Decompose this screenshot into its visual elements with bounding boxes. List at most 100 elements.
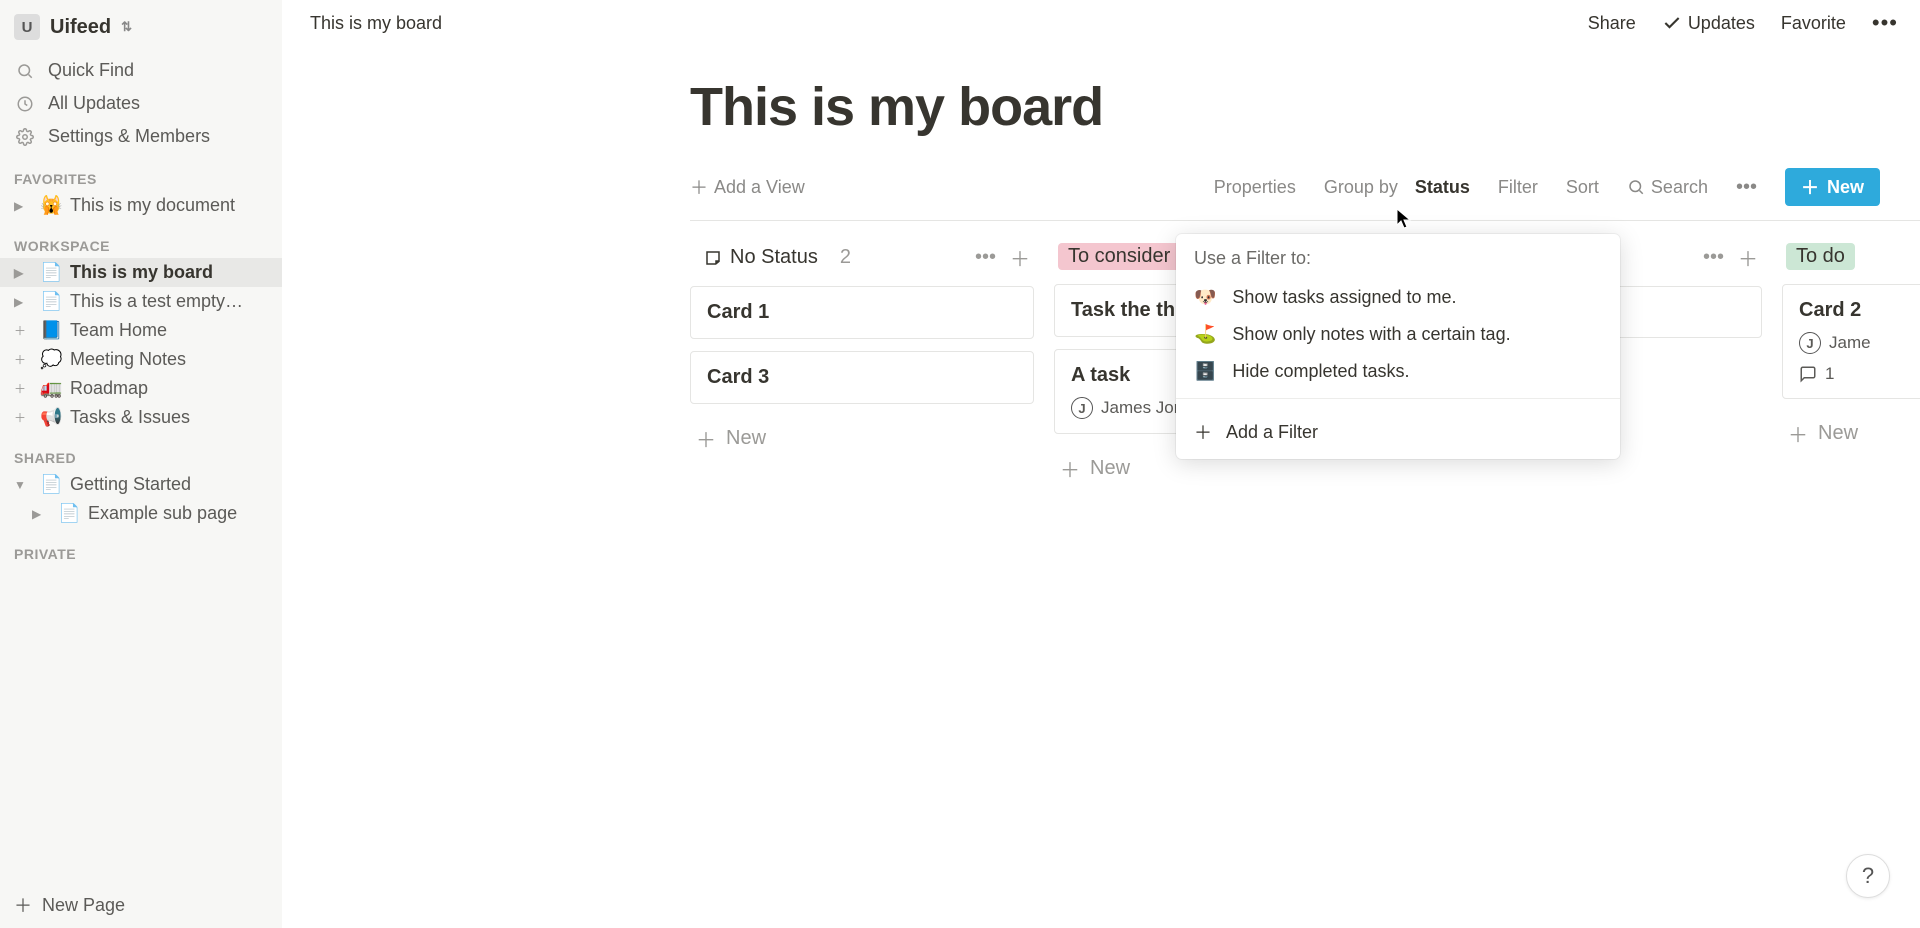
popover-divider — [1176, 398, 1620, 399]
page-icon: 📄 — [40, 474, 62, 495]
plus-icon[interactable]: ＋ — [14, 409, 32, 426]
chevron-down-icon[interactable]: ▼ — [14, 478, 32, 492]
plus-icon[interactable]: ＋ — [14, 351, 32, 368]
column-new-button[interactable]: ＋ New — [1782, 411, 1920, 456]
sidebar-item-empty[interactable]: ▶ 📄 This is a test empty… — [0, 287, 282, 316]
settings-members[interactable]: Settings & Members — [0, 120, 282, 153]
page-title[interactable]: This is my board — [690, 76, 1920, 138]
all-updates[interactable]: All Updates — [0, 87, 282, 120]
filter-suggest-label: Show only notes with a certain tag. — [1232, 324, 1510, 345]
workspace-avatar: U — [14, 14, 40, 40]
clock-icon — [14, 95, 36, 113]
assignee-name: Jame — [1829, 333, 1871, 353]
sidebar-item-favorite-0[interactable]: ▶ 🙀 This is my document — [0, 191, 282, 220]
sidebar-item-meeting-notes[interactable]: ＋ 💭 Meeting Notes — [0, 345, 282, 374]
column-nostatus: No Status 2 ••• ＋ Card 1 Card 3 — [690, 243, 1034, 461]
toolbar-more-icon[interactable]: ••• — [1736, 176, 1757, 199]
new-button[interactable]: ＋ New — [1785, 168, 1880, 206]
sidebar-item-label: Roadmap — [70, 378, 148, 399]
sidebar-item-roadmap[interactable]: ＋ 🚛 Roadmap — [0, 374, 282, 403]
column-tag[interactable]: No Status — [694, 244, 828, 271]
column-todo: To do Card 2 J Jame 1 — [1782, 243, 1920, 456]
cabinet-emoji-icon: 🗄️ — [1194, 361, 1216, 382]
plus-icon: ＋ — [1194, 419, 1212, 445]
updates-button[interactable]: Updates — [1662, 13, 1755, 34]
add-filter-button[interactable]: ＋ Add a Filter — [1176, 407, 1620, 459]
check-icon — [1662, 13, 1682, 33]
workspace-switcher[interactable]: U Uifeed ⇅ — [0, 8, 282, 54]
sidebar-item-label: This is a test empty… — [70, 291, 243, 312]
card[interactable]: Card 2 J Jame 1 — [1782, 284, 1920, 399]
filter-suggest-completed[interactable]: 🗄️ Hide completed tasks. — [1176, 353, 1620, 390]
add-view-button[interactable]: ＋ Add a View — [690, 174, 805, 200]
card[interactable]: Card 3 — [690, 351, 1034, 404]
page-emoji: 📘 — [40, 320, 62, 341]
column-new-label: New — [1818, 422, 1858, 445]
popover-heading: Use a Filter to: — [1176, 234, 1620, 279]
filter-suggest-tag[interactable]: ⛳ Show only notes with a certain tag. — [1176, 316, 1620, 353]
column-new-label: New — [726, 427, 766, 450]
inbox-icon — [704, 249, 722, 267]
section-favorites: FAVORITES — [0, 153, 282, 191]
column-add-icon[interactable]: ＋ — [1010, 243, 1030, 272]
more-icon[interactable]: ••• — [1872, 10, 1898, 36]
plus-icon: ＋ — [1801, 174, 1819, 200]
sidebar-item-tasks-issues[interactable]: ＋ 📢 Tasks & Issues — [0, 403, 282, 432]
column-new-button[interactable]: ＋ New — [690, 416, 1034, 461]
column-tag[interactable]: To consider — [1058, 243, 1180, 270]
plus-icon[interactable]: ＋ — [14, 380, 32, 397]
sidebar-item-board[interactable]: ▶ 📄 This is my board — [0, 258, 282, 287]
topbar: This is my board Share Updates Favorite … — [282, 0, 1920, 46]
sidebar-item-label: Team Home — [70, 320, 167, 341]
card-title: Card 1 — [707, 301, 1017, 324]
column-add-icon[interactable]: ＋ — [1738, 243, 1758, 272]
breadcrumb[interactable]: This is my board — [310, 13, 442, 34]
new-page-button[interactable]: ＋ New Page — [0, 882, 282, 928]
plus-icon: ＋ — [14, 892, 32, 918]
page-emoji: 📢 — [40, 407, 62, 428]
page-icon: 📄 — [58, 503, 80, 524]
favorite-button[interactable]: Favorite — [1781, 13, 1846, 34]
search-button[interactable]: Search — [1627, 177, 1708, 198]
assignee-avatar: J — [1799, 332, 1821, 354]
sort-button[interactable]: Sort — [1566, 177, 1599, 198]
column-tag[interactable]: To do — [1786, 243, 1855, 270]
sidebar-item-example-sub[interactable]: ▶ 📄 Example sub page — [0, 499, 282, 528]
main: This is my board Share Updates Favorite … — [282, 0, 1920, 928]
topbar-actions: Share Updates Favorite ••• — [1588, 10, 1898, 36]
search-icon — [1627, 178, 1645, 196]
share-button[interactable]: Share — [1588, 13, 1636, 34]
quick-find-label: Quick Find — [48, 60, 134, 81]
chevron-right-icon[interactable]: ▶ — [14, 266, 32, 280]
section-private: PRIVATE — [0, 528, 282, 566]
help-button[interactable]: ? — [1846, 854, 1890, 898]
search-label: Search — [1651, 177, 1708, 198]
section-shared: SHARED — [0, 432, 282, 470]
plus-icon[interactable]: ＋ — [14, 322, 32, 339]
sidebar-item-label: Tasks & Issues — [70, 407, 190, 428]
chevron-right-icon[interactable]: ▶ — [14, 199, 32, 213]
database-toolbar: ＋ Add a View Properties Group by Status … — [690, 168, 1920, 221]
filter-button[interactable]: Filter — [1498, 177, 1538, 198]
sidebar-item-getting-started[interactable]: ▼ 📄 Getting Started — [0, 470, 282, 499]
filter-suggest-label: Show tasks assigned to me. — [1232, 287, 1456, 308]
card[interactable]: Card 1 — [690, 286, 1034, 339]
chevron-right-icon[interactable]: ▶ — [14, 295, 32, 309]
sidebar-item-label: This is my board — [70, 262, 213, 283]
chevron-right-icon[interactable]: ▶ — [32, 507, 50, 521]
group-by-button[interactable]: Group by Status — [1324, 177, 1470, 198]
add-filter-label: Add a Filter — [1226, 422, 1318, 443]
properties-button[interactable]: Properties — [1214, 177, 1296, 198]
sidebar-item-team-home[interactable]: ＋ 📘 Team Home — [0, 316, 282, 345]
add-view-label: Add a View — [714, 177, 805, 198]
filter-suggest-assigned[interactable]: 🐶 Show tasks assigned to me. — [1176, 279, 1620, 316]
card-title: Card 2 — [1799, 299, 1920, 322]
plus-icon: ＋ — [696, 424, 716, 453]
column-more-icon[interactable]: ••• — [1703, 246, 1724, 269]
sidebar-item-label: Meeting Notes — [70, 349, 186, 370]
column-more-icon[interactable]: ••• — [975, 246, 996, 269]
group-by-value: Status — [1415, 177, 1470, 198]
quick-find[interactable]: Quick Find — [0, 54, 282, 87]
column-header: To do — [1782, 243, 1920, 284]
page-emoji: 🚛 — [40, 378, 62, 399]
